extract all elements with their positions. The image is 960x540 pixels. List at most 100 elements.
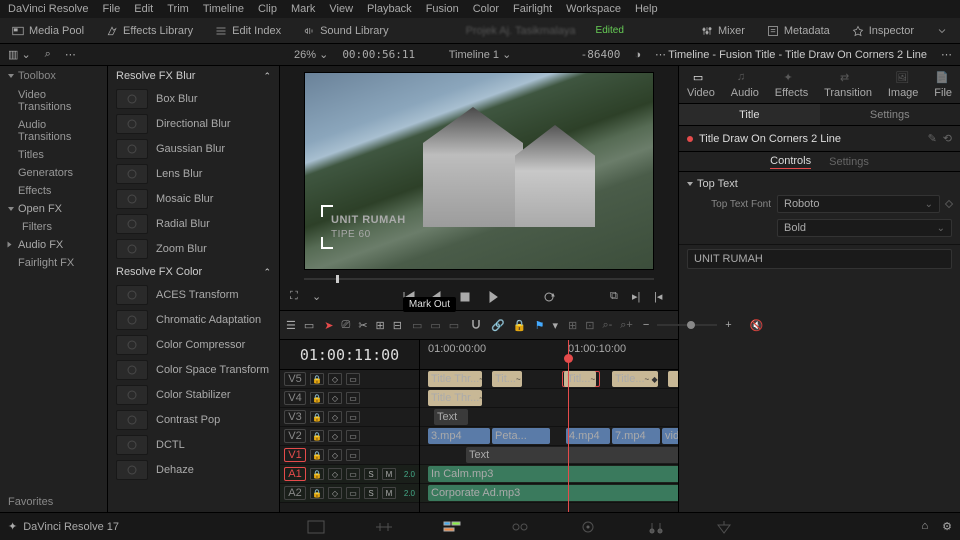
track-row[interactable]: In Calm.mp3 — [420, 465, 678, 484]
menu-item[interactable]: Mark — [291, 3, 315, 15]
tool-icon[interactable]: ⊡ — [585, 319, 594, 332]
media-pool-button[interactable]: Media Pool — [8, 23, 88, 39]
play-icon[interactable] — [486, 290, 500, 304]
controls-tab[interactable]: Controls — [770, 155, 811, 169]
track-header[interactable]: V2🔒◇▭ — [280, 427, 419, 446]
fx-item[interactable]: Mosaic Blur — [112, 187, 275, 211]
toolbox-item[interactable]: Effects — [0, 182, 107, 200]
color-page-icon[interactable] — [578, 519, 598, 535]
track-row[interactable]: Title Thr...~ ◆ ▾Text~ ◆ ▾Lo...Log... — [420, 389, 678, 408]
tool-icon[interactable]: ▭ — [449, 319, 459, 332]
deliver-page-icon[interactable] — [714, 519, 734, 535]
font-select[interactable]: Roboto — [777, 195, 940, 213]
clip[interactable]: 7.mp4 — [612, 428, 660, 444]
fx-item[interactable]: Color Compressor — [112, 333, 275, 357]
timeline-view-icon[interactable]: ☰ — [286, 319, 296, 332]
menu-item[interactable]: File — [103, 3, 121, 15]
zoom-minus-icon[interactable]: − — [643, 319, 649, 331]
zoom-out-icon[interactable]: ⌕- — [602, 319, 612, 332]
clip[interactable]: 3.mp4 — [428, 428, 490, 444]
inspector-tab-image[interactable]: 🖼Image — [884, 69, 923, 101]
timeline-body[interactable]: 01:00:00:00 01:00:10:00 01:00:20:00 01:0… — [420, 340, 678, 512]
menu-item[interactable]: DaVinci Resolve — [8, 3, 89, 15]
openfx-category[interactable]: Open FX — [0, 200, 107, 218]
menu-item[interactable]: Help — [635, 3, 658, 15]
toolbox-header[interactable]: Toolbox — [0, 66, 107, 86]
toolbox-item[interactable]: Generators — [0, 164, 107, 182]
lock-icon[interactable]: 🔒 — [310, 373, 324, 385]
mute-icon[interactable]: 🔇 — [750, 319, 764, 332]
clip[interactable]: Peta... — [492, 428, 550, 444]
reset-icon[interactable]: ⟲ — [943, 132, 952, 145]
last-frame-icon[interactable]: |◂ — [654, 290, 668, 304]
menu-item[interactable]: Playback — [367, 3, 412, 15]
wand-icon[interactable]: ✎ — [928, 132, 937, 145]
timeline-ruler[interactable]: 01:00:00:00 01:00:10:00 01:00:20:00 01:0… — [420, 340, 678, 370]
fx-item[interactable]: DCTL — [112, 433, 275, 457]
fx-item[interactable]: Radial Blur — [112, 212, 275, 236]
section-header[interactable]: Top Text — [687, 176, 952, 192]
clip[interactable]: Tit...~ ◆ ▾ — [492, 371, 522, 387]
toolbox-item[interactable]: Audio Transitions — [0, 116, 107, 146]
tool-icon[interactable]: ▭ — [430, 319, 440, 332]
menu-item[interactable]: Timeline — [203, 3, 244, 15]
transform-icon[interactable]: ⛶ — [290, 290, 304, 304]
clip[interactable]: 4.mp4 — [566, 428, 610, 444]
clip[interactable]: ~ ◆ ▾ — [668, 371, 678, 387]
playhead[interactable] — [568, 340, 569, 512]
menu-item[interactable]: Fusion — [426, 3, 459, 15]
fx-group-header[interactable]: Resolve FX Color — [108, 262, 279, 282]
fx-item[interactable]: Box Blur — [112, 87, 275, 111]
blade-tool-icon[interactable]: ✂ — [358, 319, 367, 332]
menu-item[interactable]: View — [329, 3, 353, 15]
home-icon[interactable]: ⌂ — [921, 520, 928, 533]
tool-icon[interactable]: ▭ — [412, 319, 422, 332]
trim-tool-icon[interactable]: ⎚ — [342, 319, 351, 332]
edit-page-icon[interactable] — [442, 519, 462, 535]
clip[interactable]: Corporate Ad.mp3 — [428, 485, 678, 501]
inspector-tab-audio[interactable]: ♫Audio — [727, 69, 763, 101]
viewer-zoom[interactable]: 26% ⌄ — [294, 48, 328, 61]
zoom-slider[interactable] — [657, 324, 717, 326]
match-frame-icon[interactable]: ⧉ — [610, 290, 624, 304]
menu-item[interactable]: Color — [473, 3, 499, 15]
inspector-button[interactable]: Inspector — [848, 23, 918, 39]
effects-library-button[interactable]: Effects Library — [102, 23, 197, 39]
cut-page-icon[interactable] — [374, 519, 394, 535]
timeline-view-icon[interactable]: ▭ — [304, 319, 314, 332]
clip[interactable]: Text — [434, 409, 468, 425]
dropdown-icon[interactable]: ⌄ — [312, 290, 326, 304]
track-header[interactable]: A1🔒◇▭SM2.0 — [280, 465, 419, 484]
clip[interactable]: Text — [466, 447, 678, 463]
viewer-options-icon[interactable]: ⋯ — [655, 48, 666, 61]
fx-item[interactable]: ACES Transform — [112, 283, 275, 307]
link-icon[interactable]: 🔗 — [491, 319, 505, 332]
menu-item[interactable]: Workspace — [566, 3, 621, 15]
inspector-options-icon[interactable]: ⋯ — [941, 48, 952, 61]
toolbox-item[interactable]: Video Transitions — [0, 86, 107, 116]
subtab-settings[interactable]: Settings — [820, 104, 960, 125]
track-header[interactable]: A2🔒◇▭SM2.0 — [280, 484, 419, 503]
stop-icon[interactable] — [458, 290, 472, 304]
lock-icon[interactable]: 🔒 — [310, 487, 324, 499]
selection-tool-icon[interactable]: ➤ — [324, 319, 333, 332]
timeline-name[interactable]: Timeline 1 ⌄ — [449, 49, 512, 61]
track-header[interactable]: V5🔒◇▭ — [280, 370, 419, 389]
track-row[interactable]: Text — [420, 446, 678, 465]
loop-icon[interactable] — [542, 290, 556, 304]
inspector-tab-file[interactable]: 📄File — [930, 69, 956, 101]
track-row[interactable]: TextText — [420, 408, 678, 427]
track-header[interactable]: V1🔒◇▭ — [280, 446, 419, 465]
lock-icon[interactable]: 🔒 — [310, 392, 324, 404]
lock-icon[interactable]: 🔒 — [310, 468, 324, 480]
expand-button[interactable] — [932, 23, 952, 39]
search-icon[interactable]: ⌕ — [45, 48, 51, 61]
tool-icon[interactable]: ⊞ — [568, 319, 577, 332]
insert-icon[interactable]: ⊞ — [376, 319, 385, 332]
media-page-icon[interactable] — [306, 519, 326, 535]
fx-item[interactable]: Color Space Transform — [112, 358, 275, 382]
inspector-tab-video[interactable]: ▭Video — [683, 69, 719, 101]
lock-icon[interactable]: 🔒 — [513, 319, 527, 332]
lock-icon[interactable]: 🔒 — [310, 430, 324, 442]
track-header[interactable]: V3🔒◇▭ — [280, 408, 419, 427]
